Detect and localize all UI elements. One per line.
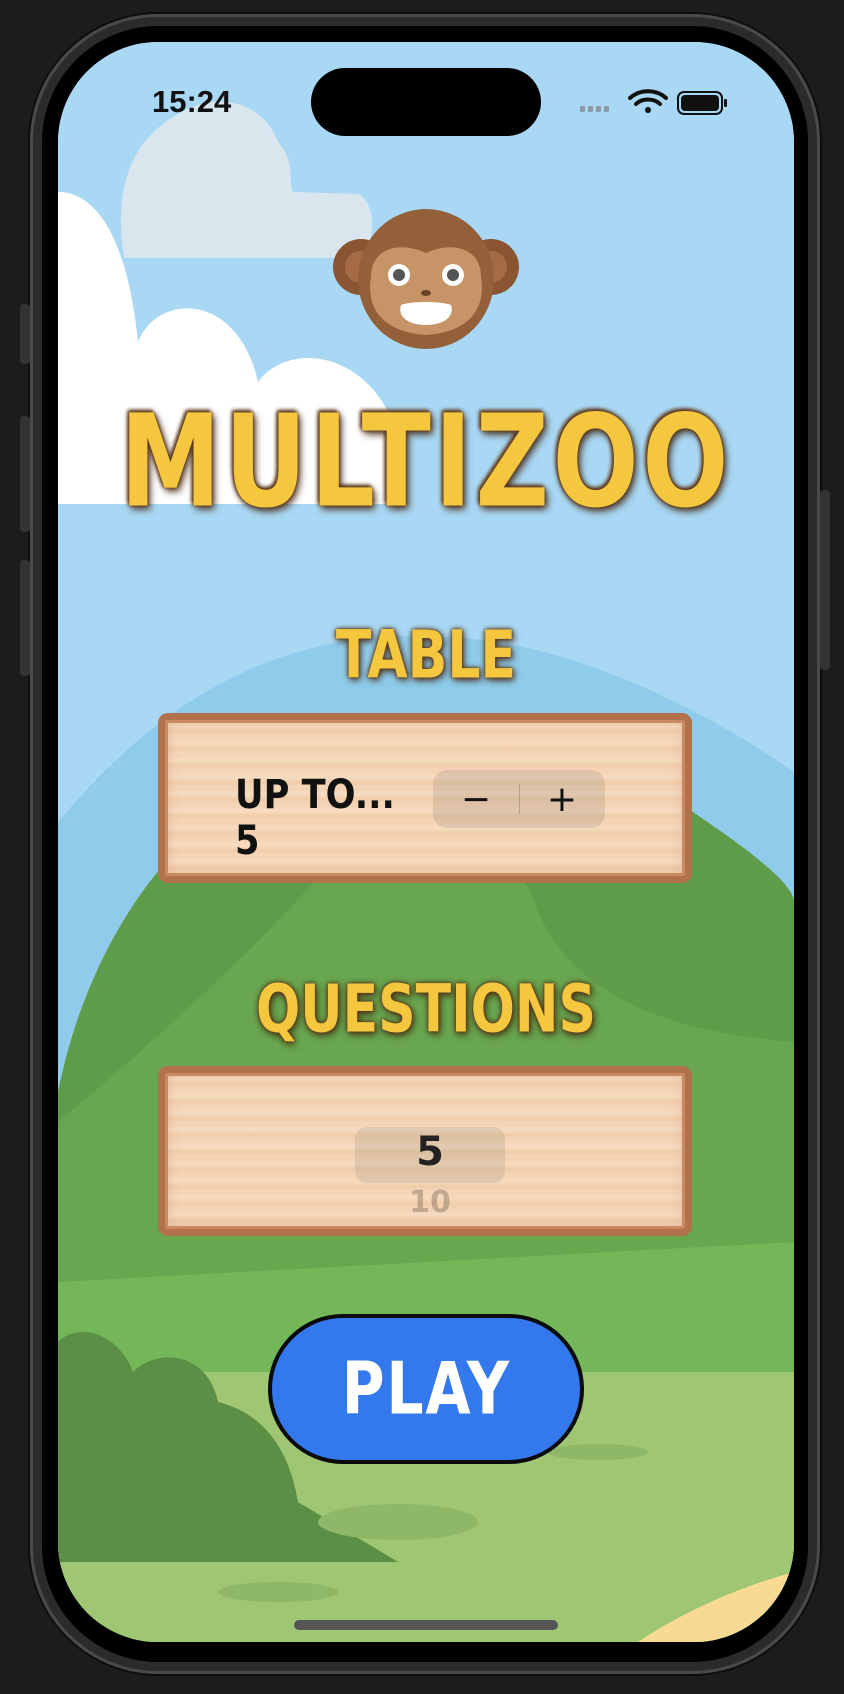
- side-button-volume-up: [20, 416, 30, 532]
- table-section-label: TABLE: [335, 615, 517, 694]
- grass-patch-2: [218, 1582, 338, 1602]
- play-button-label: PLAY: [341, 1347, 511, 1431]
- app-title: MULTIZOO: [120, 386, 732, 536]
- play-button[interactable]: PLAY: [268, 1314, 584, 1464]
- home-indicator[interactable]: [294, 1620, 558, 1630]
- table-stepper: − +: [433, 770, 605, 828]
- questions-section-label: QUESTIONS: [256, 969, 596, 1048]
- grass-patch-3: [548, 1444, 648, 1460]
- table-stepper-label: UP TO... 5: [235, 772, 395, 864]
- table-plank: UP TO... 5 − +: [158, 713, 692, 883]
- monkey-face-icon: [333, 209, 519, 349]
- side-button-volume-down: [20, 560, 30, 676]
- side-button-power: [820, 490, 830, 670]
- side-button-action: [20, 304, 30, 364]
- wifi-icon: [628, 89, 668, 113]
- picker-selected-value[interactable]: 5: [355, 1129, 505, 1175]
- battery-icon: [677, 91, 727, 115]
- grass-patch: [318, 1504, 478, 1540]
- dynamic-island: [311, 68, 541, 136]
- picker-next-value[interactable]: 10: [355, 1185, 505, 1220]
- app-screen: 15:24 MULTIZOO TABLE UP TO... 5 − + QUES…: [58, 42, 794, 1642]
- questions-plank: 5 10: [158, 1066, 692, 1236]
- cellular-signal-icon: [580, 106, 609, 112]
- increment-button[interactable]: +: [519, 770, 605, 828]
- decrement-button[interactable]: −: [433, 770, 519, 828]
- status-icons: [580, 89, 727, 115]
